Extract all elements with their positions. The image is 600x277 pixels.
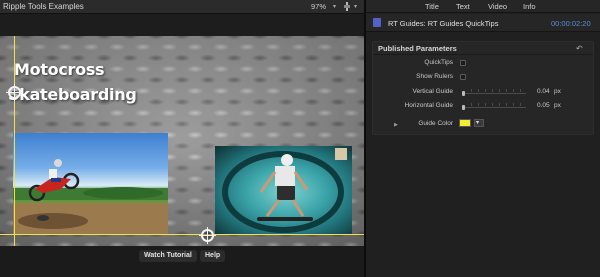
zoom-level[interactable]: 97% (311, 2, 326, 11)
canvas-title-line1: Motocross (14, 60, 105, 79)
quicktips-label: QuickTips (424, 59, 453, 66)
effect-name: RT Guides: RT Guides QuickTips (388, 19, 499, 28)
horizontal-guide-line[interactable] (0, 234, 364, 235)
canvas-title-line2: Skateboarding (8, 85, 137, 104)
reset-icon[interactable]: ↶ (576, 44, 583, 53)
tab-title[interactable]: Title (425, 2, 439, 11)
horizontal-guide-value[interactable]: 0.05 (537, 102, 550, 109)
tab-text[interactable]: Text (456, 2, 470, 11)
viewer-footer: Watch Tutorial Help (0, 246, 364, 277)
inspector-panel: Title Text Video Info RT Guides: RT Guid… (366, 0, 600, 277)
horizontal-guide-unit: px (554, 102, 561, 109)
guide-handle-crosshair-icon[interactable] (199, 227, 216, 244)
tab-info[interactable]: Info (523, 2, 536, 11)
viewer-panel: Ripple Tools Examples 97% ▾ ▾ Motocross … (0, 0, 364, 277)
timecode: 00:00:02:20 (551, 19, 591, 28)
vertical-guide-line[interactable] (14, 36, 15, 246)
vertical-guide-slider-ticks (471, 89, 526, 92)
show-rulers-label: Show Rulers (416, 73, 453, 80)
skater-illustration (222, 148, 347, 233)
guide-handle-crosshair-icon[interactable] (6, 84, 23, 101)
horizontal-guide-slider-thumb[interactable] (462, 105, 465, 110)
watch-tutorial-button[interactable]: Watch Tutorial (139, 250, 197, 262)
divider (373, 54, 593, 55)
motocross-photo (13, 133, 168, 234)
motocross-rider-illustration (13, 159, 168, 234)
quicktips-checkbox[interactable] (460, 60, 466, 66)
preview-canvas[interactable]: Motocross Skateboarding (0, 36, 364, 246)
vertical-guide-unit: px (554, 88, 561, 95)
inspector-tabs: Title Text Video Info (366, 0, 600, 13)
vertical-guide-label: Vertical Guide (412, 88, 453, 95)
horizontal-guide-slider[interactable] (464, 107, 526, 108)
guide-color-menu-button[interactable]: ▾ (474, 119, 484, 127)
viewer-title: Ripple Tools Examples (3, 2, 84, 11)
guide-color-label: Guide Color (418, 120, 453, 127)
skateboarding-photo (215, 146, 352, 234)
vertical-guide-slider-thumb[interactable] (462, 91, 465, 96)
vertical-guide-value[interactable]: 0.04 (537, 88, 550, 95)
horizontal-guide-label: Horizontal Guide (404, 102, 453, 109)
section-title: Published Parameters (378, 44, 457, 53)
chevron-down-icon[interactable]: ▾ (354, 3, 357, 10)
view-options-icon[interactable] (343, 2, 351, 11)
guide-color-swatch[interactable] (459, 119, 471, 127)
inspector-header: RT Guides: RT Guides QuickTips 00:00:02:… (366, 14, 600, 32)
show-rulers-checkbox[interactable] (460, 74, 466, 80)
title-effect-icon (373, 18, 381, 27)
chevron-down-icon: ▾ (476, 120, 480, 126)
help-button[interactable]: Help (200, 250, 226, 262)
tab-video[interactable]: Video (488, 2, 507, 11)
chevron-down-icon[interactable]: ▾ (333, 3, 336, 10)
published-parameters-group: Published Parameters ↶ QuickTips Show Ru… (372, 41, 594, 135)
viewer-header: Ripple Tools Examples 97% ▾ ▾ (0, 0, 364, 14)
vertical-guide-slider[interactable] (464, 93, 526, 94)
horizontal-guide-slider-ticks (471, 103, 526, 106)
